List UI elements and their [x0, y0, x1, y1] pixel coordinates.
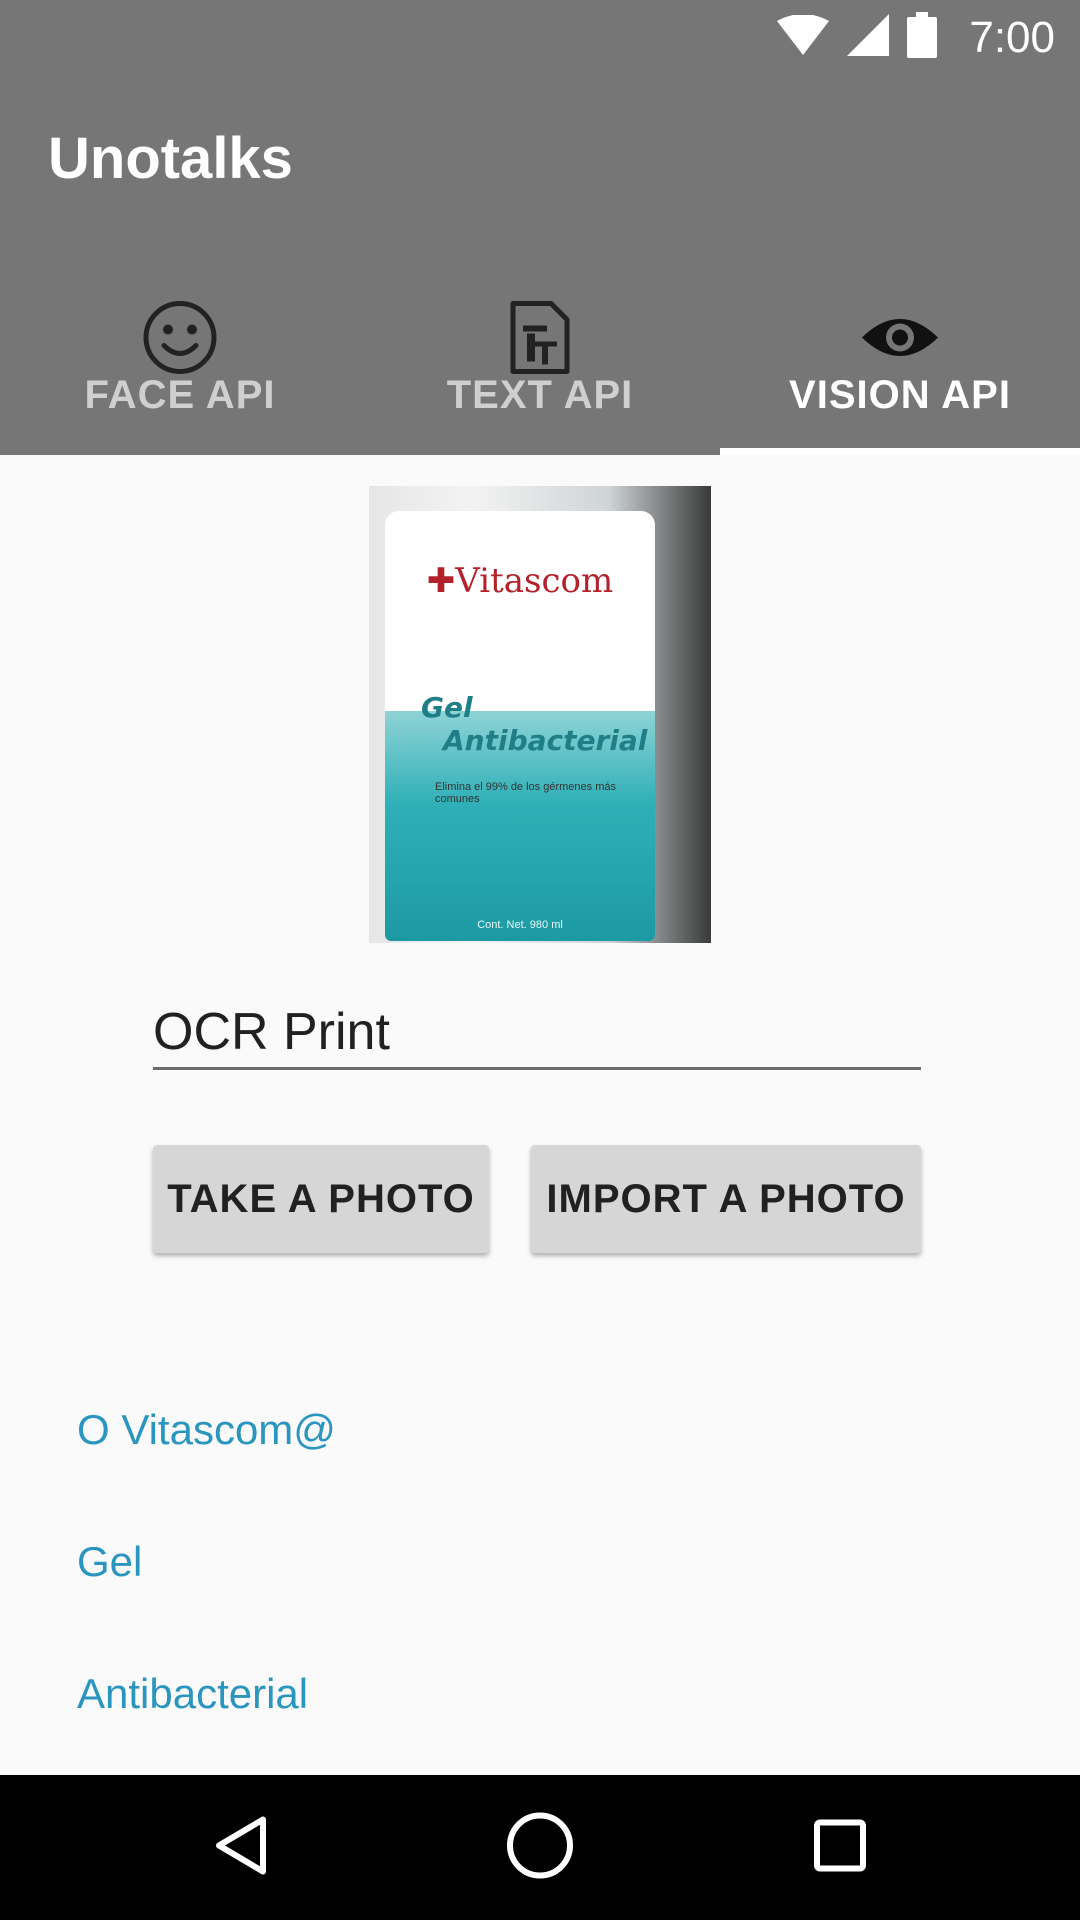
photo-fine-print: Elimina el 99% de los gérmenes más comun… [435, 781, 616, 805]
status-icons: 7:00 [777, 0, 1080, 75]
tab-text-api-label: TEXT API [446, 373, 634, 417]
recents-icon[interactable] [813, 1818, 867, 1877]
status-time: 7:00 [969, 12, 1055, 62]
result-item[interactable]: Antibacterial [77, 1670, 308, 1718]
take-photo-button[interactable]: TAKE A PHOTO [153, 1145, 489, 1253]
text-document-icon [509, 300, 571, 381]
tab-bar: FACE API TEXT API VISION API [0, 255, 1080, 455]
photo-volume-text: Cont. Net. 980 ml [477, 919, 563, 931]
tab-active-indicator [720, 448, 1080, 455]
tab-text-api[interactable]: TEXT API [360, 255, 720, 455]
tab-vision-api[interactable]: VISION API [720, 255, 1080, 455]
wifi-icon [777, 14, 830, 60]
bottle-label-image: ✚Vitascom Gel Antibacterial Elimina el 9… [385, 511, 655, 941]
red-cross-icon: ✚ [426, 561, 456, 601]
cell-signal-icon [847, 14, 890, 61]
ocr-mode-value: OCR Print [153, 1003, 390, 1061]
eye-icon [860, 313, 940, 368]
status-bar: 7:00 [0, 0, 1080, 75]
photo-brand-text: ✚Vitascom [426, 561, 614, 601]
app-title: Unotalks [48, 126, 293, 191]
tab-face-api[interactable]: FACE API [0, 255, 360, 455]
photo-product-text: Gel Antibacterial [421, 691, 648, 757]
result-item[interactable]: O Vitascom@ [77, 1406, 336, 1454]
result-item[interactable]: Gel [77, 1538, 142, 1586]
back-icon[interactable] [213, 1815, 269, 1880]
smiley-face-icon [142, 300, 218, 381]
import-photo-button[interactable]: IMPORT A PHOTO [531, 1145, 921, 1253]
battery-icon [907, 12, 938, 63]
tab-vision-api-label: VISION API [789, 373, 1011, 417]
tab-face-api-label: FACE API [84, 373, 276, 417]
home-icon[interactable] [505, 1810, 575, 1885]
app-bar: Unotalks FACE API TEXT API VISION API [0, 75, 1080, 455]
photo-preview: ✚Vitascom Gel Antibacterial Elimina el 9… [369, 486, 711, 943]
ocr-mode-field[interactable]: OCR Print [153, 990, 921, 1070]
field-underline [153, 1067, 921, 1070]
navigation-bar [0, 1775, 1080, 1920]
